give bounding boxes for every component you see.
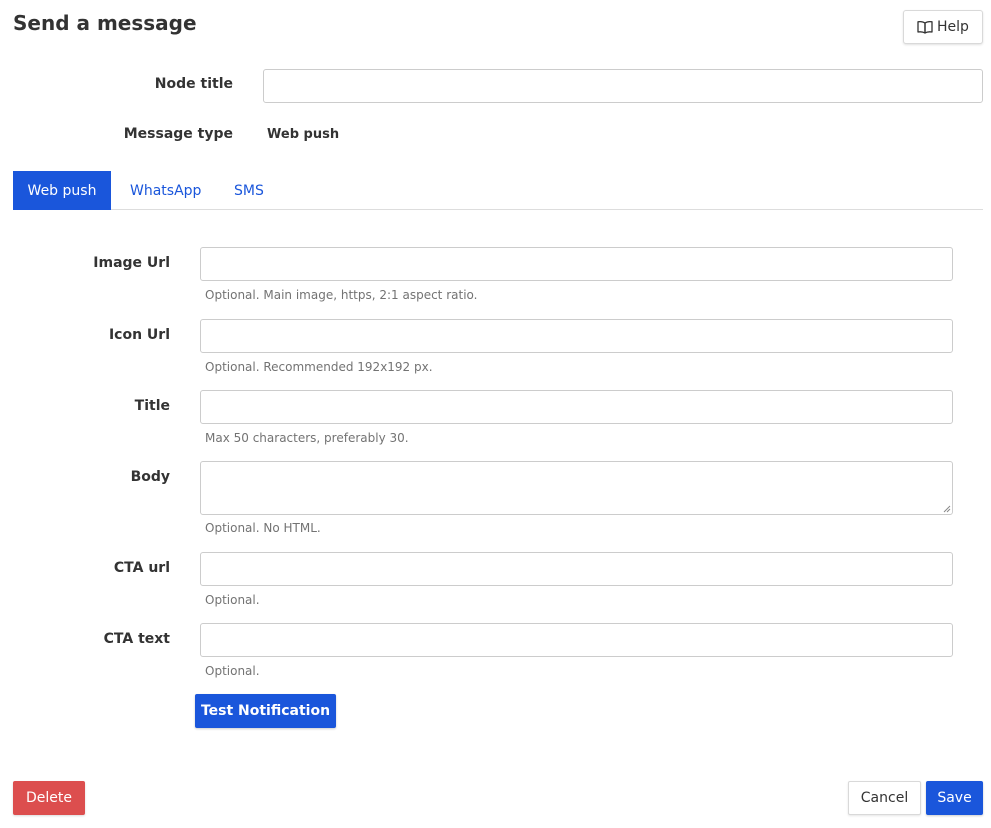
save-button[interactable]: Save — [926, 781, 983, 815]
title-label: Title — [134, 398, 170, 414]
help-button[interactable]: Help — [903, 10, 983, 44]
tab-sms[interactable]: SMS — [234, 171, 264, 210]
book-open-icon — [917, 20, 933, 34]
resize-grip-icon[interactable] — [943, 505, 951, 513]
cancel-button[interactable]: Cancel — [848, 781, 921, 815]
image-url-help: Optional. Main image, https, 2:1 aspect … — [205, 288, 478, 302]
cta-url-label: CTA url — [113, 560, 170, 576]
tab-whatsapp[interactable]: WhatsApp — [130, 171, 201, 210]
help-button-label: Help — [937, 19, 969, 35]
message-type-label: Message type — [123, 126, 233, 142]
icon-url-label: Icon Url — [108, 327, 170, 343]
title-input[interactable] — [200, 390, 953, 424]
image-url-input[interactable] — [200, 247, 953, 281]
body-label: Body — [130, 469, 170, 485]
delete-button[interactable]: Delete — [13, 781, 85, 815]
title-help: Max 50 characters, preferably 30. — [205, 431, 409, 445]
message-type-tabs: Web push WhatsApp SMS — [13, 171, 983, 210]
node-title-label: Node title — [154, 76, 233, 92]
icon-url-input[interactable] — [200, 319, 953, 353]
page-title: Send a message — [13, 11, 197, 35]
body-textarea[interactable] — [200, 461, 953, 515]
icon-url-help: Optional. Recommended 192x192 px. — [205, 360, 433, 374]
image-url-label: Image Url — [93, 255, 170, 271]
cta-url-input[interactable] — [200, 552, 953, 586]
body-help: Optional. No HTML. — [205, 521, 321, 535]
tab-web-push[interactable]: Web push — [13, 171, 111, 210]
cta-text-help: Optional. — [205, 664, 260, 678]
test-notification-button[interactable]: Test Notification — [195, 694, 336, 728]
cta-text-label: CTA text — [103, 631, 170, 647]
cta-url-help: Optional. — [205, 593, 260, 607]
node-title-input[interactable] — [263, 69, 983, 103]
cta-text-input[interactable] — [200, 623, 953, 657]
message-type-value: Web push — [267, 127, 340, 142]
